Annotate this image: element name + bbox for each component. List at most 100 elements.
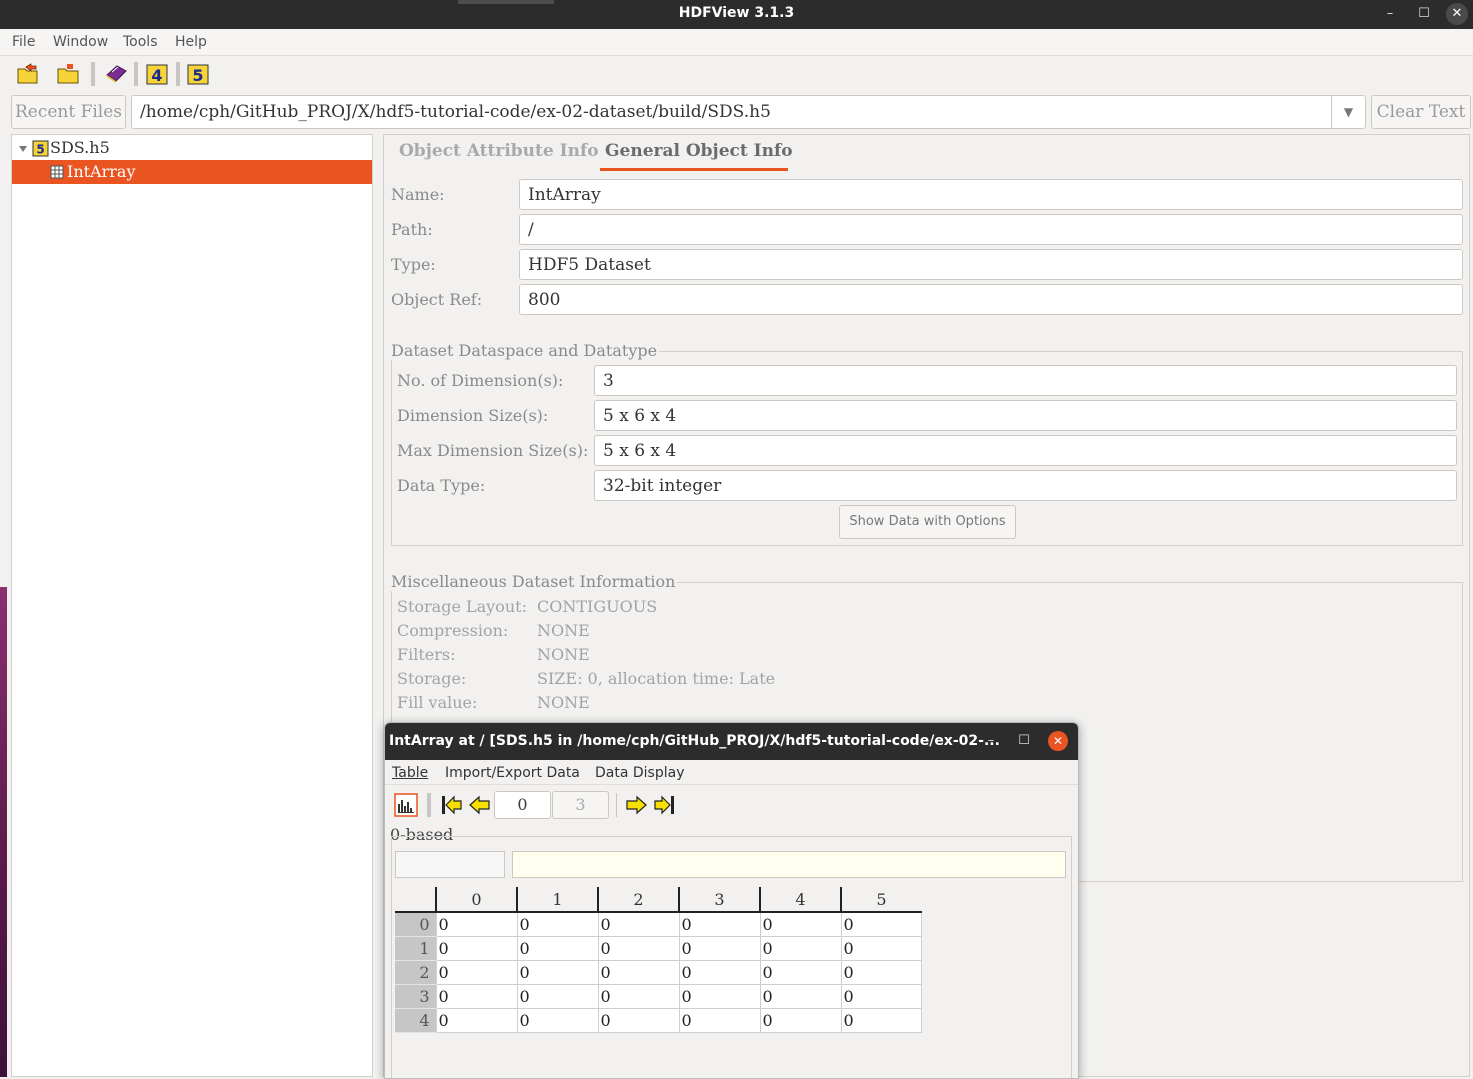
table-cell[interactable]: 0 [678,936,761,961]
file-path-combo[interactable]: /home/cph/GitHub_PROJ/X/hdf5-tutorial-co… [131,95,1366,129]
chart-icon[interactable] [394,793,418,817]
clear-text-button[interactable]: Clear Text [1371,95,1471,129]
hdf4-icon[interactable]: 4 [145,63,169,85]
page-current-input[interactable]: 0 [494,791,551,819]
table-cell[interactable]: 0 [759,984,842,1009]
table-cell[interactable]: 0 [435,1008,518,1033]
column-header[interactable]: 2 [597,887,679,913]
file-tree: 5 SDS.h5 IntArray [11,134,373,1077]
table-cell[interactable]: 0 [759,960,842,985]
tab-object-attribute-info[interactable]: Object Attribute Info [399,141,599,161]
tab-general-object-info[interactable]: General Object Info [605,141,793,161]
row-header[interactable]: 2 [395,960,436,985]
storage-layout-label: Storage Layout: [397,597,527,616]
table-cell[interactable]: 0 [597,911,680,937]
row-header[interactable]: 1 [395,936,436,961]
dims-field[interactable]: 5 x 6 x 4 [594,400,1457,431]
row-header[interactable]: 3 [395,984,436,1009]
menu-file[interactable]: File [12,34,35,50]
maximize-icon[interactable]: ☐ [1014,731,1034,751]
table-cell[interactable]: 0 [840,984,922,1009]
expand-arrow-icon[interactable] [18,144,28,154]
file-path-text[interactable]: /home/cph/GitHub_PROJ/X/hdf5-tutorial-co… [140,102,771,122]
close-icon[interactable]: ✕ [1048,731,1068,751]
page-max-field: 3 [552,791,609,819]
chevron-down-icon[interactable]: ▼ [1331,96,1365,128]
object-ref-field[interactable]: 800 [519,284,1463,315]
menu-help[interactable]: Help [175,34,207,50]
table-cell[interactable]: 0 [840,1008,922,1033]
table-cell[interactable]: 0 [516,960,599,985]
last-page-icon[interactable] [652,793,676,817]
table-row: 4 0 0 0 0 0 0 [395,1008,922,1033]
previous-page-icon[interactable] [468,793,492,817]
maximize-icon[interactable]: ☐ [1413,3,1435,25]
hdf5-icon[interactable]: 5 [186,63,210,85]
datatype-label: Data Type: [397,476,486,495]
column-header[interactable]: 0 [435,887,517,913]
path-field[interactable]: / [519,214,1463,245]
table-cell[interactable]: 0 [516,1008,599,1033]
close-icon[interactable]: ✕ [1446,3,1468,25]
table-cell[interactable]: 0 [678,984,761,1009]
table-cell[interactable]: 0 [435,911,518,937]
first-page-icon[interactable] [440,793,464,817]
table-cell[interactable]: 0 [759,936,842,961]
svg-text:4: 4 [151,66,162,85]
svg-text:5: 5 [36,143,44,157]
dataset-table-icon [50,165,64,179]
active-tab-indicator [600,168,788,171]
minimize-icon[interactable]: – [1379,3,1401,25]
table-cell[interactable]: 0 [516,911,599,937]
table-cell[interactable]: 0 [759,911,842,937]
table-cell[interactable]: 0 [516,936,599,961]
toolbar-separator [616,793,617,817]
table-cell[interactable]: 0 [435,984,518,1009]
maxdims-field[interactable]: 5 x 6 x 4 [594,435,1457,466]
table-cell[interactable]: 0 [435,936,518,961]
table-cell[interactable]: 0 [678,1008,761,1033]
title-bar: HDFView 3.1.3 – ☐ ✕ [0,0,1473,29]
filters-label: Filters: [397,645,456,664]
storage-value: SIZE: 0, allocation time: Late [537,669,776,688]
table-cell[interactable]: 0 [597,984,680,1009]
table-cell[interactable]: 0 [678,960,761,985]
menu-data-display[interactable]: Data Display [595,765,684,781]
table-cell[interactable]: 0 [840,911,922,937]
menu-import-export[interactable]: Import/Export Data [445,765,580,781]
column-header[interactable]: 4 [759,887,841,913]
column-header[interactable]: 3 [678,887,760,913]
table-cell[interactable]: 0 [840,960,922,985]
table-row: 1 0 0 0 0 0 0 [395,936,922,961]
table-cell[interactable]: 0 [597,936,680,961]
row-header[interactable]: 0 [395,912,436,937]
recent-files-button[interactable]: Recent Files [11,95,126,129]
show-data-with-options-button[interactable]: Show Data with Options [839,505,1016,539]
table-row: 2 0 0 0 0 0 0 [395,960,922,985]
table-cell[interactable]: 0 [597,960,680,985]
column-header[interactable]: 5 [840,887,921,913]
cell-value-field[interactable] [512,851,1066,878]
minimize-icon[interactable]: – [981,731,1001,751]
table-cell[interactable]: 0 [516,984,599,1009]
name-field[interactable]: IntArray [519,179,1463,210]
table-cell[interactable]: 0 [435,960,518,985]
table-cell[interactable]: 0 [678,911,761,937]
table-cell[interactable]: 0 [759,1008,842,1033]
help-book-icon[interactable] [104,63,128,85]
tree-item-intarray[interactable]: IntArray [12,160,372,184]
datatype-field[interactable]: 32-bit integer [594,470,1457,501]
column-header[interactable]: 1 [516,887,598,913]
row-header[interactable]: 4 [395,1008,436,1033]
menu-tools[interactable]: Tools [123,34,158,50]
next-page-icon[interactable] [624,793,648,817]
type-field[interactable]: HDF5 Dataset [519,249,1463,280]
menu-table[interactable]: Table [392,765,428,781]
ndims-field[interactable]: 3 [594,365,1457,396]
table-cell[interactable]: 0 [840,936,922,961]
open-file-icon[interactable] [16,63,40,85]
open-folder-icon[interactable] [56,63,80,85]
table-cell[interactable]: 0 [597,1008,680,1033]
menu-window[interactable]: Window [53,34,108,50]
dims-label: Dimension Size(s): [397,406,549,425]
